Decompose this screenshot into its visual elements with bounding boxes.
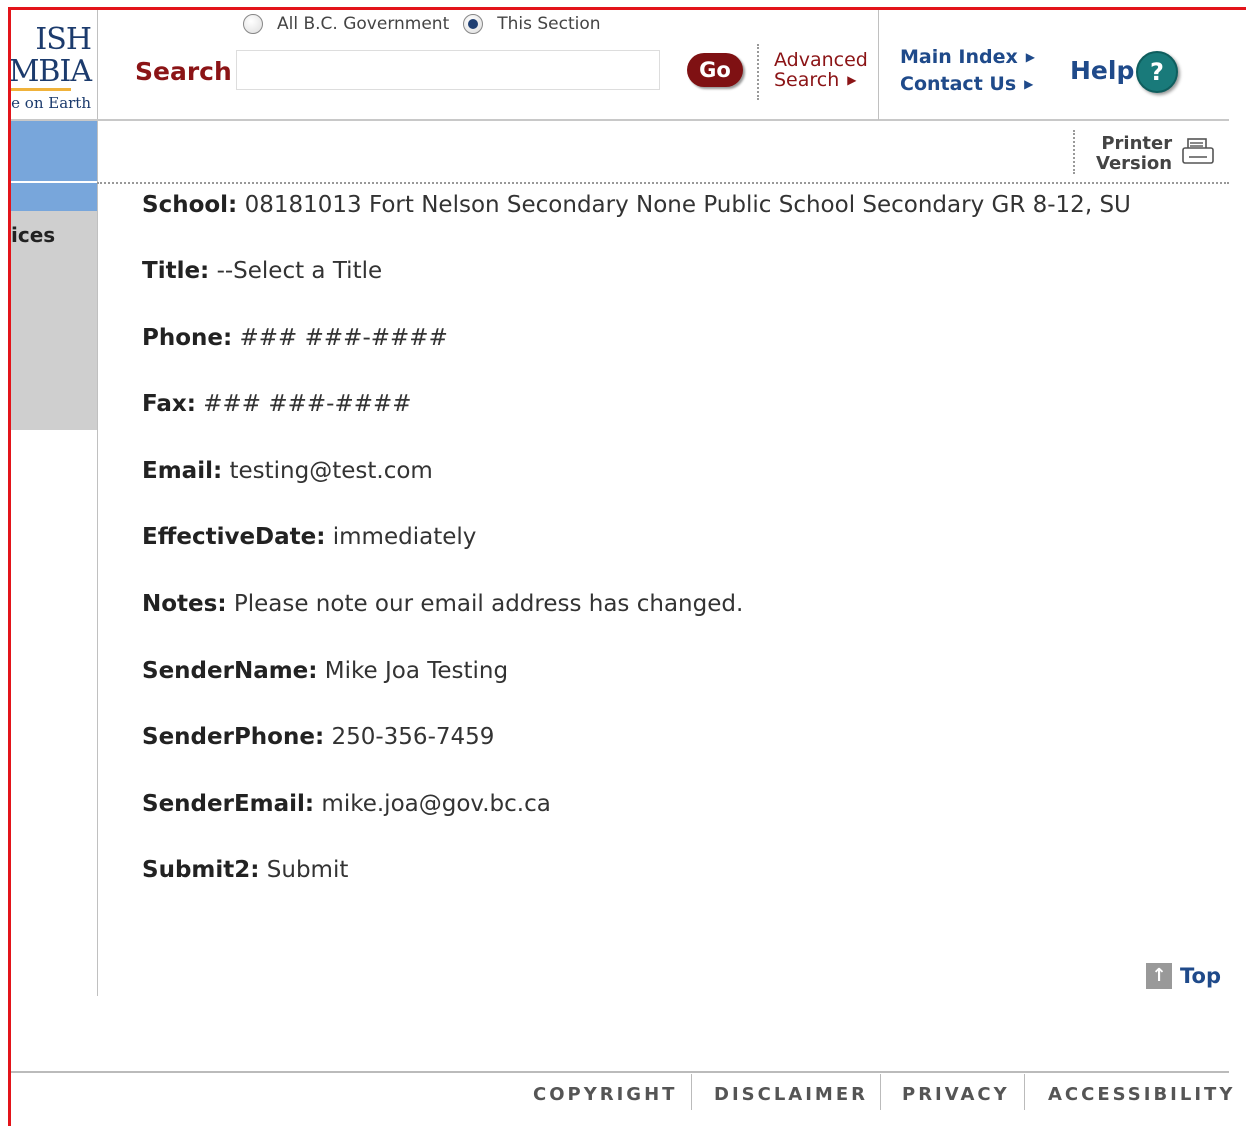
- arrow-right-icon: ▶: [1025, 50, 1035, 64]
- field-label: Title:: [142, 258, 210, 284]
- field-value: immediately: [332, 524, 477, 550]
- advanced-search-line1: Advanced: [774, 49, 868, 71]
- field-label: SenderName:: [142, 658, 318, 684]
- field-value: ### ###-####: [203, 391, 412, 417]
- search-label: Search: [135, 57, 232, 86]
- field-label: SenderPhone:: [142, 724, 325, 750]
- field-submit2: Submit2: Submit: [142, 857, 348, 883]
- sidebar-grey-panel: ices: [11, 211, 97, 430]
- radio-this-section[interactable]: [463, 14, 484, 34]
- main-index-label: Main Index: [900, 46, 1018, 68]
- main-index-link[interactable]: Main Index ▶: [900, 46, 1035, 68]
- header-divider: [97, 10, 98, 120]
- dotted-separator: [1073, 130, 1075, 174]
- field-email: Email: testing@test.com: [142, 458, 433, 484]
- field-fax: Fax: ### ###-####: [142, 391, 412, 417]
- frame-top-border: [8, 7, 1246, 10]
- header-bottom-rule: [11, 119, 1229, 121]
- arrow-right-icon: ▶: [1024, 77, 1034, 91]
- sidebar-blue-block: [11, 121, 97, 181]
- back-to-top-link[interactable]: ↑ Top: [1146, 963, 1221, 989]
- field-notes: Notes: Please note our email address has…: [142, 591, 743, 617]
- printer-version-link[interactable]: Printer Version: [1096, 134, 1172, 174]
- contact-us-link[interactable]: Contact Us ▶: [900, 73, 1033, 95]
- header-divider-2: [878, 10, 879, 120]
- field-label: Fax:: [142, 391, 196, 417]
- logo-line-2: MBIA: [11, 54, 92, 89]
- field-value: --Select a Title: [216, 258, 383, 284]
- logo-tagline: e on Earth: [11, 94, 91, 112]
- sidebar-right-rule: [97, 121, 98, 996]
- field-label: Submit2:: [142, 857, 260, 883]
- field-sender-email: SenderEmail: mike.joa@gov.bc.ca: [142, 791, 551, 817]
- footer-disclaimer-link[interactable]: DISCLAIMER: [714, 1084, 868, 1105]
- field-value: 250-356-7459: [331, 724, 495, 750]
- field-sender-name: SenderName: Mike Joa Testing: [142, 658, 508, 684]
- footer-copyright-link[interactable]: COPYRIGHT: [533, 1084, 677, 1105]
- arrow-right-icon: ▶: [847, 73, 857, 87]
- field-effective-date: EffectiveDate: immediately: [142, 524, 476, 550]
- printer-line2: Version: [1096, 153, 1173, 174]
- footer-separator: [1024, 1074, 1025, 1110]
- dotted-separator: [757, 44, 759, 100]
- help-icon[interactable]: ?: [1136, 51, 1178, 93]
- bc-logo[interactable]: ISH MBIA e on Earth: [11, 10, 97, 120]
- field-value: Mike Joa Testing: [324, 658, 509, 684]
- search-scope-group: All B.C. Government This Section: [243, 14, 615, 34]
- footer-separator: [691, 1074, 692, 1110]
- field-value: Please note our email address has change…: [233, 591, 744, 617]
- radio-label-this-section: This Section: [497, 14, 601, 34]
- field-school: School: 08181013 Fort Nelson Secondary N…: [142, 192, 1131, 218]
- field-label: Email:: [142, 458, 223, 484]
- contact-us-label: Contact Us: [900, 73, 1017, 95]
- arrow-up-icon: ↑: [1146, 963, 1172, 989]
- radio-all-bc-government[interactable]: [243, 14, 263, 34]
- dotted-rule: [97, 182, 1229, 184]
- field-phone: Phone: ### ###-####: [142, 325, 448, 351]
- field-label: Notes:: [142, 591, 227, 617]
- top-label: Top: [1180, 964, 1221, 988]
- sidebar-item-services[interactable]: ices: [11, 223, 55, 247]
- help-link[interactable]: Help: [1070, 56, 1134, 85]
- field-label: Phone:: [142, 325, 233, 351]
- sidebar-blue-bar: [11, 183, 97, 211]
- footer-privacy-link[interactable]: PRIVACY: [902, 1084, 1010, 1105]
- field-value: ### ###-####: [239, 325, 448, 351]
- search-input[interactable]: [236, 50, 660, 90]
- field-label: School:: [142, 192, 238, 218]
- radio-label-all-bc-government: All B.C. Government: [277, 14, 450, 34]
- field-value: testing@test.com: [229, 458, 433, 484]
- footer-rule: [11, 1071, 1229, 1073]
- printer-line1: Printer: [1101, 133, 1173, 154]
- field-sender-phone: SenderPhone: 250-356-7459: [142, 724, 494, 750]
- field-label: SenderEmail:: [142, 791, 315, 817]
- field-value: mike.joa@gov.bc.ca: [321, 791, 551, 817]
- logo-gold-rule: [11, 88, 71, 91]
- field-value: 08181013 Fort Nelson Secondary None Publ…: [244, 192, 1131, 218]
- field-title: Title: --Select a Title: [142, 258, 382, 284]
- footer-accessibility-link[interactable]: ACCESSIBILITY: [1048, 1084, 1235, 1105]
- logo-line-1: ISH: [35, 22, 92, 57]
- field-value: Submit: [266, 857, 349, 883]
- go-button[interactable]: Go: [687, 53, 743, 87]
- advanced-search-link[interactable]: Advanced Search ▶: [774, 50, 868, 90]
- footer-separator: [880, 1074, 881, 1110]
- field-label: EffectiveDate:: [142, 524, 326, 550]
- printer-icon[interactable]: [1181, 137, 1215, 167]
- advanced-search-line2: Search: [774, 69, 840, 91]
